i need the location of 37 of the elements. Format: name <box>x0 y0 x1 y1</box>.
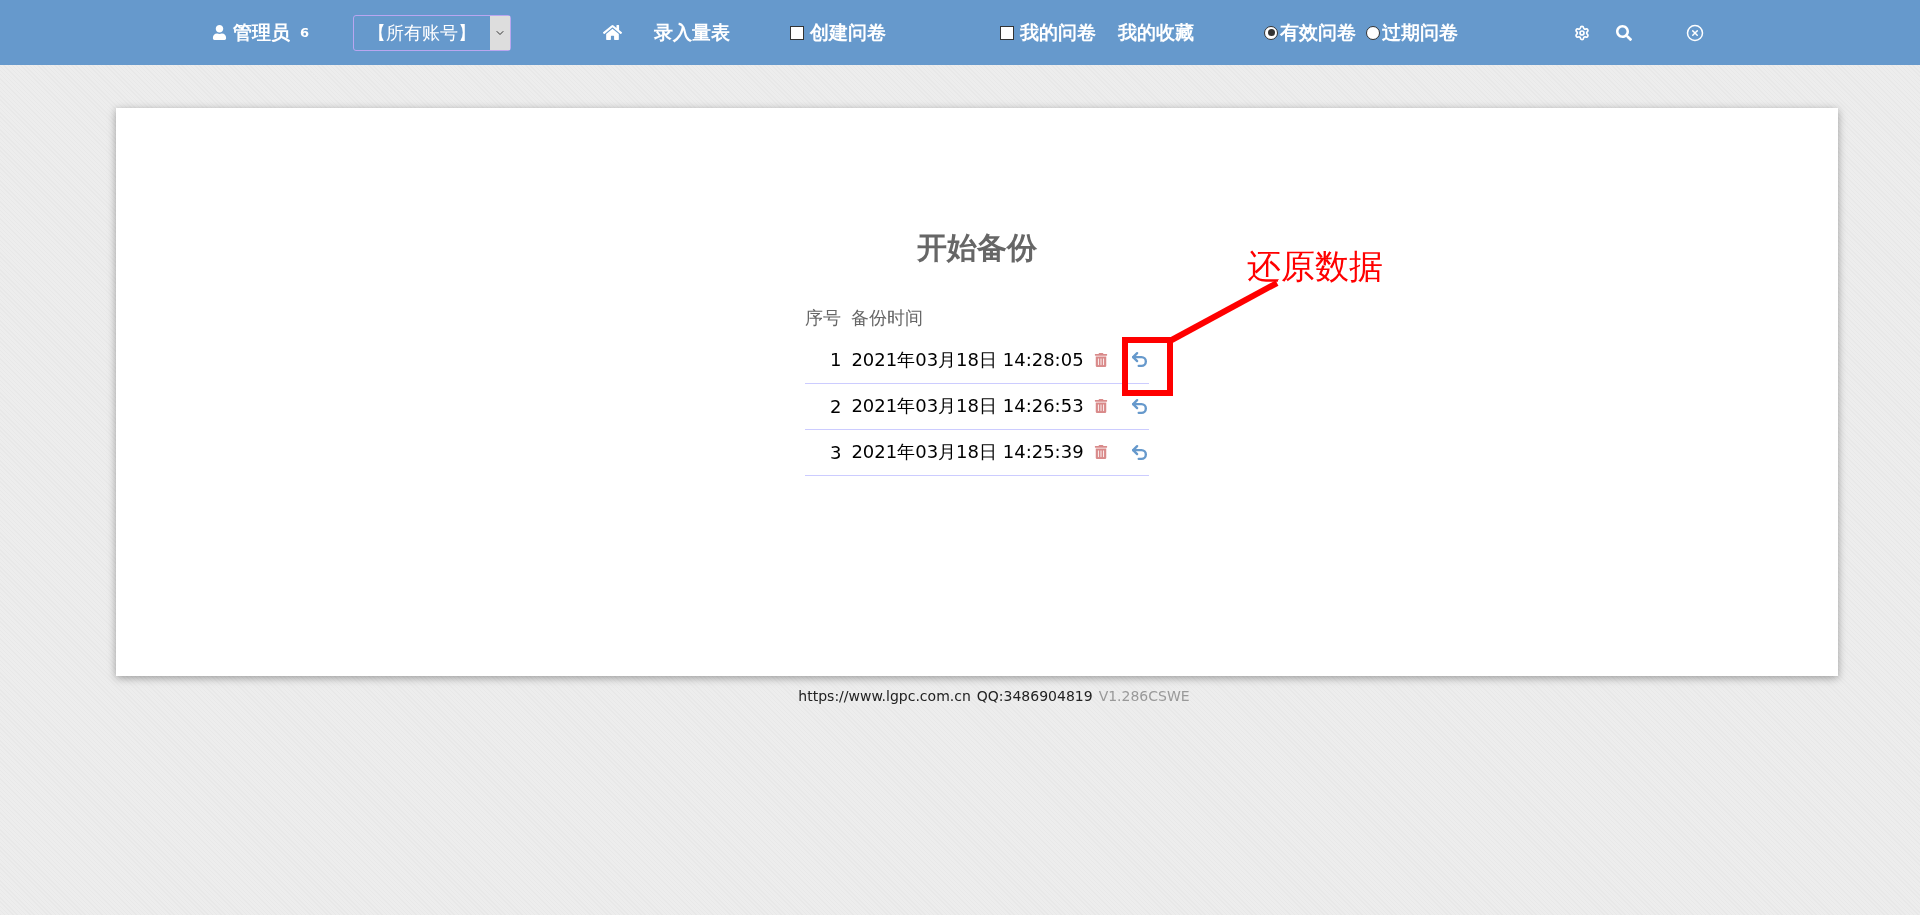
home-icon[interactable] <box>603 23 623 42</box>
index-cell: 1 <box>805 337 852 383</box>
checkbox[interactable] <box>790 25 805 40</box>
qq-number: QQ:3486904819 <box>976 688 1093 704</box>
count-label: 6 <box>300 25 310 40</box>
time-cell: 2021年03月18日 14:26:53 <box>851 383 1094 429</box>
close-icon[interactable] <box>1686 23 1705 42</box>
delete-icon[interactable] <box>1093 399 1108 413</box>
settings-icon[interactable] <box>1574 24 1591 41</box>
user-icon <box>212 25 227 40</box>
radio-button[interactable] <box>1366 25 1381 40</box>
checkbox[interactable] <box>1000 25 1015 40</box>
account-select[interactable]: 【所有账号】 <box>353 14 512 51</box>
column-header: 序号 <box>805 299 852 337</box>
radio-label[interactable]: 过期问卷 <box>1382 19 1459 46</box>
site-link[interactable]: https://www.lgpc.com.cn <box>798 688 971 704</box>
time-cell: 2021年03月18日 14:28:05 <box>851 337 1094 383</box>
column-header: 备份时间 <box>851 306 925 330</box>
radio-label[interactable]: 有效问卷 <box>1280 19 1357 46</box>
delete-icon[interactable] <box>1093 445 1108 459</box>
nav-link[interactable]: 我的收藏 <box>1118 19 1195 46</box>
checkbox-label[interactable]: 我的问卷 <box>1020 19 1097 46</box>
nav-link[interactable]: 录入量表 <box>654 19 731 46</box>
checkbox-label[interactable]: 创建问卷 <box>810 19 887 46</box>
index-cell: 2 <box>805 383 852 429</box>
delete-icon[interactable] <box>1093 352 1108 367</box>
restore-icon[interactable] <box>1129 442 1149 462</box>
index-cell: 3 <box>805 429 852 475</box>
restore-icon[interactable] <box>1129 396 1149 416</box>
page-title: 开始备份 <box>917 229 1037 267</box>
username[interactable]: 管理员 <box>233 19 290 46</box>
time-cell: 2021年03月18日 14:25:39 <box>851 429 1094 475</box>
restore-icon[interactable] <box>1129 350 1149 370</box>
search-icon[interactable] <box>1616 24 1633 41</box>
radio-button[interactable] <box>1264 25 1279 40</box>
version-text: V1.286CSWE <box>1098 688 1190 704</box>
annotation-label: 还原数据 <box>1247 245 1383 288</box>
